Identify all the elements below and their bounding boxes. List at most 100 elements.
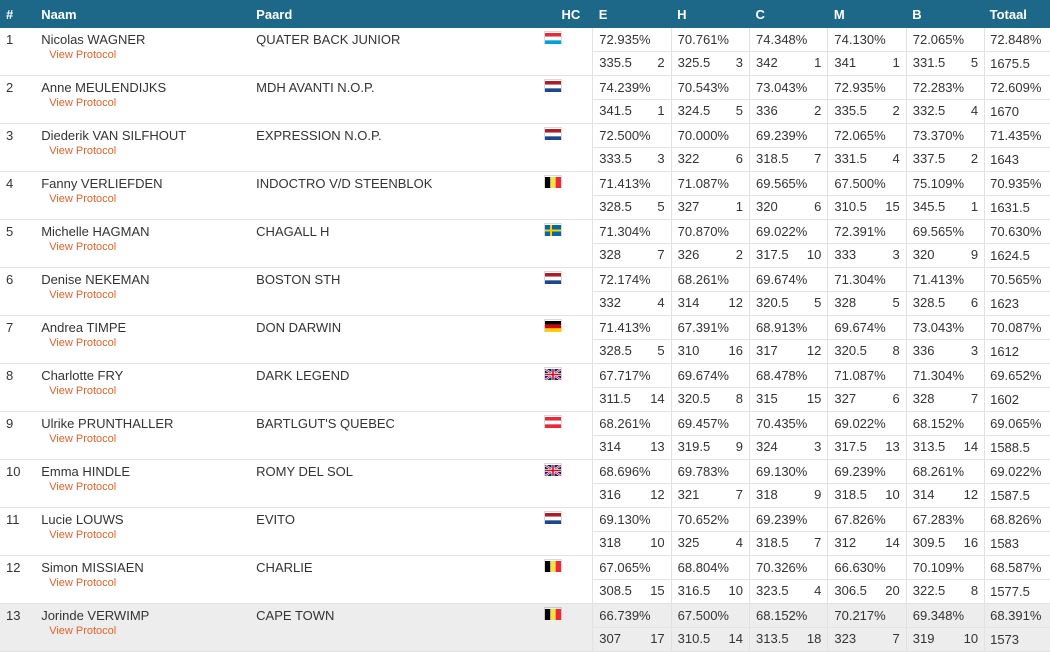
judge-score-pct: 68.804%	[670, 555, 750, 580]
total-points: 1588.5	[984, 435, 1050, 460]
view-protocol-link[interactable]: View Protocol	[49, 386, 250, 397]
view-protocol-link[interactable]: View Protocol	[49, 482, 250, 493]
flag-aut-icon	[545, 416, 562, 428]
judge-position: 6	[735, 151, 744, 166]
total-pct: 70.935%	[984, 171, 1050, 196]
view-protocol-link[interactable]: View Protocol	[49, 338, 250, 349]
judge-position: 5	[735, 103, 744, 118]
rider-cell: Fanny VERLIEFDEN View Protocol	[41, 171, 251, 220]
rider-cell: Michelle HAGMAN View Protocol	[41, 219, 251, 268]
view-protocol-link[interactable]: View Protocol	[49, 578, 250, 589]
rider-name: Ulrike PRUNTHALLER	[41, 416, 174, 431]
judge-position: 3	[814, 439, 822, 454]
judge-points: 332	[599, 295, 621, 310]
rider-cell: Simon MISSIAEN View Protocol	[41, 555, 251, 604]
judge-score-pct: 72.065%	[827, 123, 907, 148]
view-protocol-link[interactable]: View Protocol	[49, 242, 250, 253]
judge-points: 316.5	[677, 583, 711, 598]
judge-position: 12	[806, 343, 822, 358]
rider-name: Charlotte FRY	[41, 368, 124, 383]
flag-cell	[526, 267, 593, 316]
header-judge-b[interactable]: B	[906, 0, 984, 28]
table-row: 13 Jorinde VERWIMP View Protocol CAPE TOWN 6…	[0, 603, 1050, 652]
judge-score-pct: 69.674%	[827, 315, 907, 340]
judge-points: 317.5	[834, 439, 867, 454]
judge-points-cell: 337.5 2	[905, 147, 985, 172]
judge-score-pct: 70.870%	[670, 219, 750, 244]
judge-position: 13	[650, 439, 665, 454]
judge-points: 331.5	[834, 151, 867, 166]
view-protocol-link[interactable]: View Protocol	[49, 98, 250, 109]
flag-cell	[526, 459, 593, 508]
judge-score-pct: 71.413%	[592, 315, 672, 340]
header-horse[interactable]: Paard	[250, 0, 526, 28]
judge-points: 325	[677, 535, 700, 550]
view-protocol-link[interactable]: View Protocol	[49, 626, 250, 637]
horse-name: EVITO	[250, 507, 527, 556]
view-protocol-link[interactable]: View Protocol	[49, 146, 250, 157]
judge-position: 10	[650, 535, 665, 550]
table-row: 7 Andrea TIMPE View Protocol DON DARWIN 71.4…	[0, 315, 1050, 364]
judge-points-cell: 307 17	[592, 627, 672, 652]
judge-position: 2	[657, 55, 665, 70]
judge-points: 317	[756, 343, 778, 358]
judge-points: 341	[834, 55, 857, 70]
flag-ned-icon	[545, 512, 562, 524]
judge-points: 326	[677, 247, 700, 262]
judge-points: 333	[834, 247, 857, 262]
header-name[interactable]: Naam	[41, 0, 250, 28]
rider-name: Jorinde VERWIMP	[41, 608, 150, 623]
judge-score-pct: 72.283%	[905, 75, 985, 100]
judge-points: 320.5	[834, 343, 867, 358]
judge-position: 1	[892, 55, 900, 70]
judge-score-pct: 67.717%	[592, 363, 672, 388]
view-protocol-link[interactable]: View Protocol	[49, 530, 250, 541]
judge-position: 4	[814, 583, 822, 598]
judge-score-pct: 73.370%	[905, 123, 985, 148]
flag-swe-icon	[545, 224, 562, 236]
total-points: 1623	[984, 291, 1050, 316]
judge-position: 4	[970, 103, 979, 118]
table-row: 3 Diederik VAN SILFHOUT View Protocol EXPRE…	[0, 123, 1050, 172]
table-row: 5 Michelle HAGMAN View Protocol CHAGALL H 71…	[0, 219, 1050, 268]
view-protocol-link[interactable]: View Protocol	[49, 434, 250, 445]
judge-position: 9	[735, 439, 744, 454]
judge-position: 1	[657, 103, 665, 118]
header-judge-c[interactable]: C	[750, 0, 828, 28]
judge-score-pct: 70.000%	[670, 123, 750, 148]
judge-position: 5	[970, 55, 979, 70]
header-judge-h[interactable]: H	[671, 0, 749, 28]
judge-points: 341.5	[599, 103, 632, 118]
judge-points-cell: 335.5 2	[827, 99, 907, 124]
judge-points: 337.5	[912, 151, 946, 166]
judge-points-cell: 308.5 15	[592, 579, 672, 604]
header-judge-m[interactable]: M	[828, 0, 906, 28]
judge-position: 7	[735, 487, 744, 502]
header-judge-e[interactable]: E	[593, 0, 671, 28]
view-protocol-link[interactable]: View Protocol	[49, 50, 250, 61]
rider-cell: Ulrike PRUNTHALLER View Protocol	[41, 411, 251, 460]
total-pct: 71.435%	[984, 123, 1050, 148]
flag-ned-icon	[545, 128, 562, 140]
judge-points: 345.5	[912, 199, 946, 214]
header-hc: HC	[561, 6, 581, 22]
judge-points: 328.5	[912, 295, 946, 310]
judge-points-cell: 310 16	[670, 339, 750, 364]
results-body: 1 Nicolas WAGNER View Protocol QUATER BACK …	[0, 28, 1050, 652]
total-points: 1670	[984, 99, 1050, 124]
rank-cell: 12	[0, 555, 42, 604]
judge-points: 314	[912, 487, 935, 502]
flag-cell	[526, 171, 593, 220]
judge-points: 320	[756, 199, 778, 214]
judge-points-cell: 332 4	[592, 291, 672, 316]
table-row: 11 Lucie LOUWS View Protocol EVITO 69.130% 70…	[0, 507, 1050, 556]
judge-position: 14	[885, 535, 900, 550]
header-total[interactable]: Totaal	[985, 0, 1050, 28]
results-table: # Naam Paard HC E H C M B Totaal 1 Nicola…	[0, 0, 1050, 652]
judge-position: 16	[728, 343, 744, 358]
judge-score-pct: 70.761%	[670, 28, 750, 52]
judge-points-cell: 321 7	[670, 483, 750, 508]
view-protocol-link[interactable]: View Protocol	[49, 290, 250, 301]
judge-position: 4	[735, 535, 744, 550]
view-protocol-link[interactable]: View Protocol	[49, 194, 250, 205]
